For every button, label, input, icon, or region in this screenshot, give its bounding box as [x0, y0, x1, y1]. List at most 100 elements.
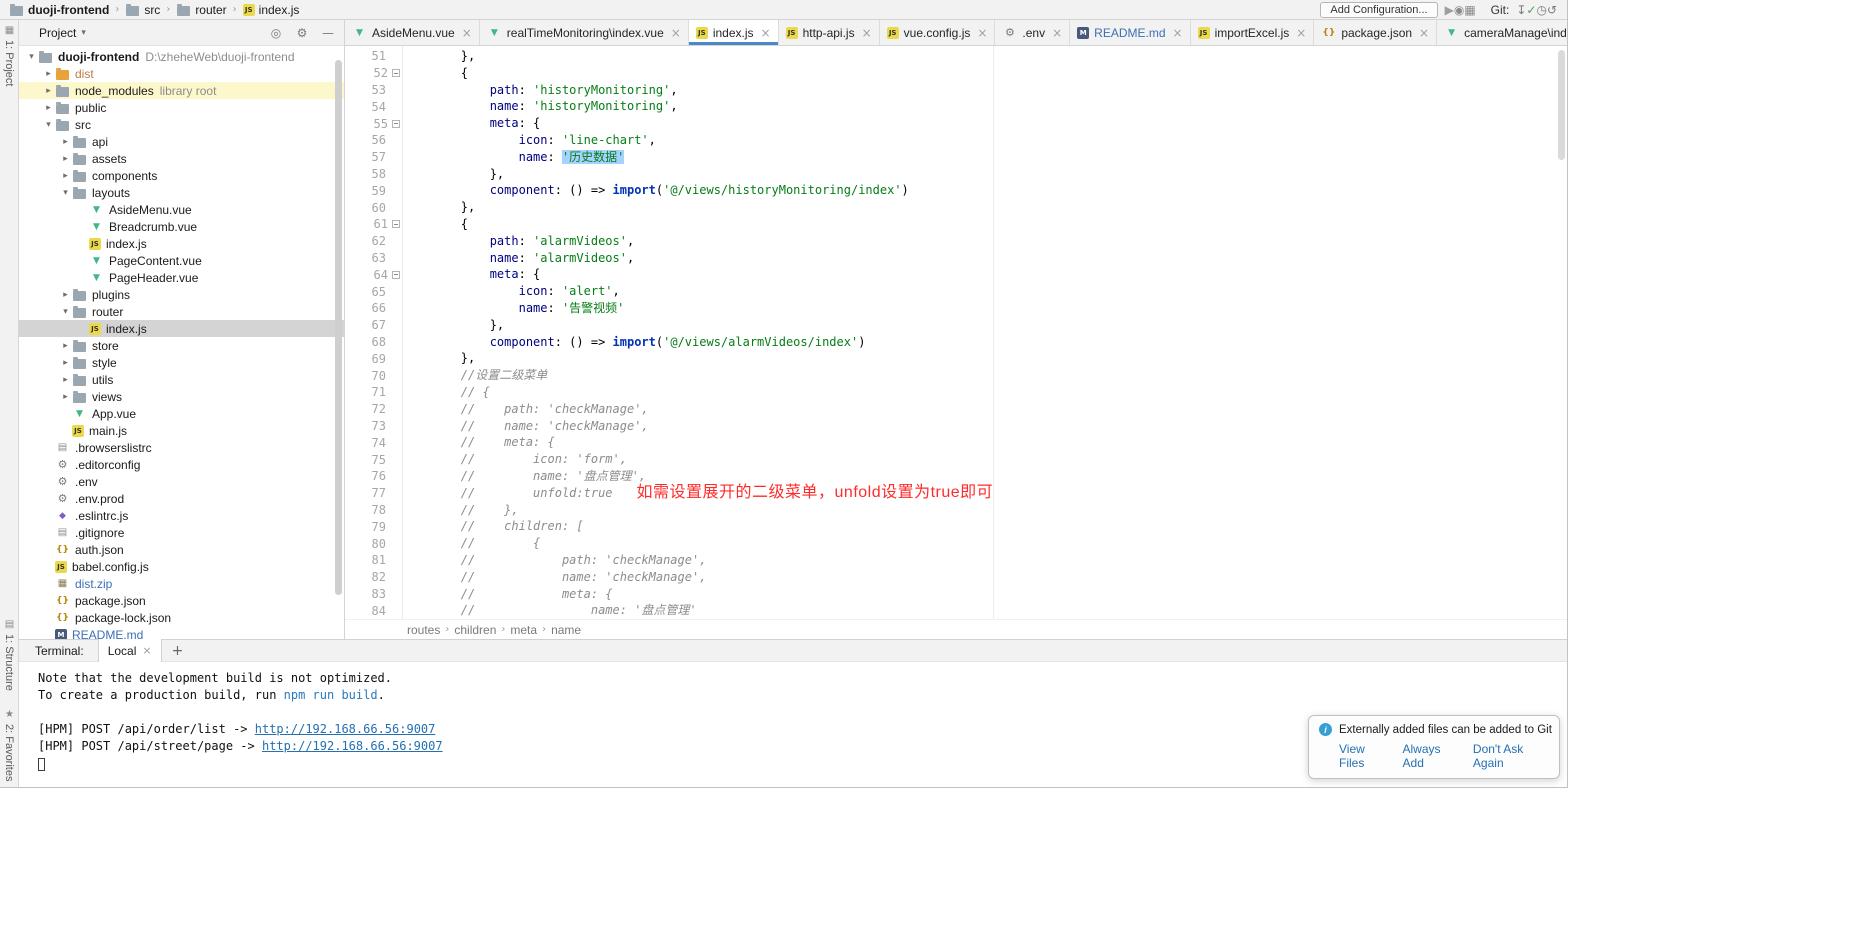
- close-icon[interactable]: ×: [462, 26, 472, 40]
- folder-icon: [55, 101, 70, 114]
- tree-item-.eslintrc.js[interactable]: ◆.eslintrc.js: [19, 507, 344, 524]
- tree-item-plugins[interactable]: ▸plugins: [19, 286, 344, 303]
- tree-item-Breadcrumb.vue[interactable]: ▼Breadcrumb.vue: [19, 218, 344, 235]
- fold-icon[interactable]: [392, 271, 400, 279]
- tree-item-utils[interactable]: ▸utils: [19, 371, 344, 388]
- tab-importExcel.js[interactable]: JSimportExcel.js×: [1191, 20, 1315, 45]
- project-view-dropdown[interactable]: Project ▾: [39, 26, 86, 40]
- breadcrumb-item-routes[interactable]: routes: [405, 623, 442, 637]
- close-icon[interactable]: ×: [1419, 26, 1429, 40]
- line-number: 52: [345, 65, 402, 82]
- close-icon[interactable]: ×: [1052, 26, 1062, 40]
- tree-item-api[interactable]: ▸api: [19, 133, 344, 150]
- tab-AsideMenu.vue[interactable]: ▼AsideMenu.vue×: [345, 20, 480, 45]
- tool-button-1-Project[interactable]: ▦1: Project: [3, 25, 15, 86]
- breadcrumb-item-src[interactable]: src: [122, 3, 163, 17]
- terminal-link[interactable]: http://192.168.66.56:9007: [262, 739, 443, 753]
- tree-item-node_modules[interactable]: ▸node_moduleslibrary root: [19, 82, 344, 99]
- tree-item-assets[interactable]: ▸assets: [19, 150, 344, 167]
- tree-item-AsideMenu.vue[interactable]: ▼AsideMenu.vue: [19, 201, 344, 218]
- settings-icon[interactable]: ⚙: [294, 25, 310, 41]
- tab-.env[interactable]: ⚙.env×: [995, 20, 1070, 45]
- tool-button-2-Favorites[interactable]: ★2: Favorites: [3, 709, 15, 781]
- close-icon[interactable]: ×: [142, 644, 151, 657]
- always-add-link[interactable]: Always Add: [1403, 742, 1459, 770]
- project-scrollbar[interactable]: [335, 60, 342, 595]
- tab-http-api.js[interactable]: JShttp-api.js×: [779, 20, 880, 45]
- breadcrumb-item-router[interactable]: router: [173, 3, 229, 17]
- tree-item-auth.json[interactable]: {}auth.json: [19, 541, 344, 558]
- tree-item-duoji-frontend[interactable]: ▾duoji-frontendD:\zheheWeb\duoji-fronten…: [19, 48, 344, 65]
- close-icon[interactable]: ×: [1173, 26, 1183, 40]
- coverage-icon[interactable]: ▦: [1464, 3, 1475, 17]
- fold-icon[interactable]: [392, 69, 400, 77]
- hide-icon[interactable]: —: [320, 25, 336, 41]
- tree-item-package-lock.json[interactable]: {}package-lock.json: [19, 609, 344, 626]
- tree-item-store[interactable]: ▸store: [19, 337, 344, 354]
- close-icon[interactable]: ×: [862, 26, 872, 40]
- terminal-tab-local[interactable]: Local ×: [98, 639, 162, 662]
- tab-package.json[interactable]: {}package.json×: [1314, 20, 1437, 45]
- history-icon[interactable]: ◷: [1536, 3, 1546, 17]
- tree-item-style[interactable]: ▸style: [19, 354, 344, 371]
- folder-icon: [176, 3, 191, 16]
- code-line: // meta: {: [403, 586, 1567, 603]
- code-area[interactable]: }, { path: 'historyMonitoring', name: 'h…: [403, 46, 1567, 619]
- tree-item-src[interactable]: ▾src: [19, 116, 344, 133]
- git-commit-icon[interactable]: ✓: [1526, 3, 1536, 17]
- tree-item-main.js[interactable]: JSmain.js: [19, 422, 344, 439]
- fold-icon[interactable]: [392, 220, 400, 228]
- tree-item-PageContent.vue[interactable]: ▼PageContent.vue: [19, 252, 344, 269]
- tree-item-router[interactable]: ▾router: [19, 303, 344, 320]
- breadcrumb-item-index.js[interactable]: JSindex.js: [240, 3, 303, 17]
- tab-cameraManage-index.vue[interactable]: ▼cameraManage\index.vue×: [1437, 20, 1567, 45]
- close-icon[interactable]: ×: [977, 26, 987, 40]
- view-files-link[interactable]: View Files: [1339, 742, 1389, 770]
- close-icon[interactable]: ×: [761, 26, 771, 40]
- debug-icon[interactable]: ◉: [1454, 3, 1464, 17]
- tree-item-dist.zip[interactable]: ▦dist.zip: [19, 575, 344, 592]
- close-icon[interactable]: ×: [1296, 26, 1306, 40]
- tool-button-1-Structure[interactable]: ▤1: Structure: [3, 619, 15, 691]
- new-terminal-button[interactable]: +: [172, 643, 184, 659]
- terminal-link[interactable]: http://192.168.66.56:9007: [255, 722, 436, 736]
- ide-window: duoji-frontend›src›router›JSindex.js Add…: [0, 0, 1568, 788]
- tree-item-babel.config.js[interactable]: JSbabel.config.js: [19, 558, 344, 575]
- tree-item-index.js[interactable]: JSindex.js: [19, 320, 344, 337]
- breadcrumb-item-duoji-frontend[interactable]: duoji-frontend: [6, 3, 112, 17]
- tree-item-.gitignore[interactable]: ▤.gitignore: [19, 524, 344, 541]
- editor-scrollbar[interactable]: [1558, 50, 1565, 160]
- tab-index.js[interactable]: JSindex.js×: [689, 20, 779, 45]
- tree-item-views[interactable]: ▸views: [19, 388, 344, 405]
- tree-item-README.md[interactable]: MREADME.md: [19, 626, 344, 639]
- tab-realTimeMonitoring-index.vue[interactable]: ▼realTimeMonitoring\index.vue×: [480, 20, 689, 45]
- tree-item-dist[interactable]: ▸dist: [19, 65, 344, 82]
- breadcrumb-item-children[interactable]: children: [452, 623, 498, 637]
- tab-vue.config.js[interactable]: JSvue.config.js×: [880, 20, 996, 45]
- tree-item-package.json[interactable]: {}package.json: [19, 592, 344, 609]
- breadcrumb-item-meta[interactable]: meta: [508, 623, 539, 637]
- tree-item-.env.prod[interactable]: ⚙.env.prod: [19, 490, 344, 507]
- tree-item-.browserslistrc[interactable]: ▤.browserslistrc: [19, 439, 344, 456]
- fold-spacer: [386, 471, 400, 481]
- tree-item-.editorconfig[interactable]: ⚙.editorconfig: [19, 456, 344, 473]
- dont-ask-again-link[interactable]: Don't Ask Again: [1473, 742, 1549, 770]
- tab-README.md[interactable]: MREADME.md×: [1070, 20, 1190, 45]
- breadcrumb-item-name[interactable]: name: [549, 623, 583, 637]
- tree-item-public[interactable]: ▸public: [19, 99, 344, 116]
- rollback-icon[interactable]: ↺: [1547, 3, 1557, 17]
- tree-item-.env[interactable]: ⚙.env: [19, 473, 344, 490]
- stripe-top: ▦1: Project: [3, 25, 15, 86]
- line-number: 62: [345, 233, 402, 250]
- git-update-icon[interactable]: ↧: [1516, 3, 1526, 17]
- close-icon[interactable]: ×: [671, 26, 681, 40]
- tree-item-layouts[interactable]: ▾layouts: [19, 184, 344, 201]
- add-configuration-button[interactable]: Add Configuration...: [1320, 2, 1437, 18]
- tree-item-App.vue[interactable]: ▼App.vue: [19, 405, 344, 422]
- fold-icon[interactable]: [392, 120, 400, 128]
- tree-item-index.js[interactable]: JSindex.js: [19, 235, 344, 252]
- tree-item-components[interactable]: ▸components: [19, 167, 344, 184]
- tree-item-PageHeader.vue[interactable]: ▼PageHeader.vue: [19, 269, 344, 286]
- run-icon[interactable]: ▶: [1445, 3, 1454, 17]
- locate-icon[interactable]: ◎: [268, 25, 284, 41]
